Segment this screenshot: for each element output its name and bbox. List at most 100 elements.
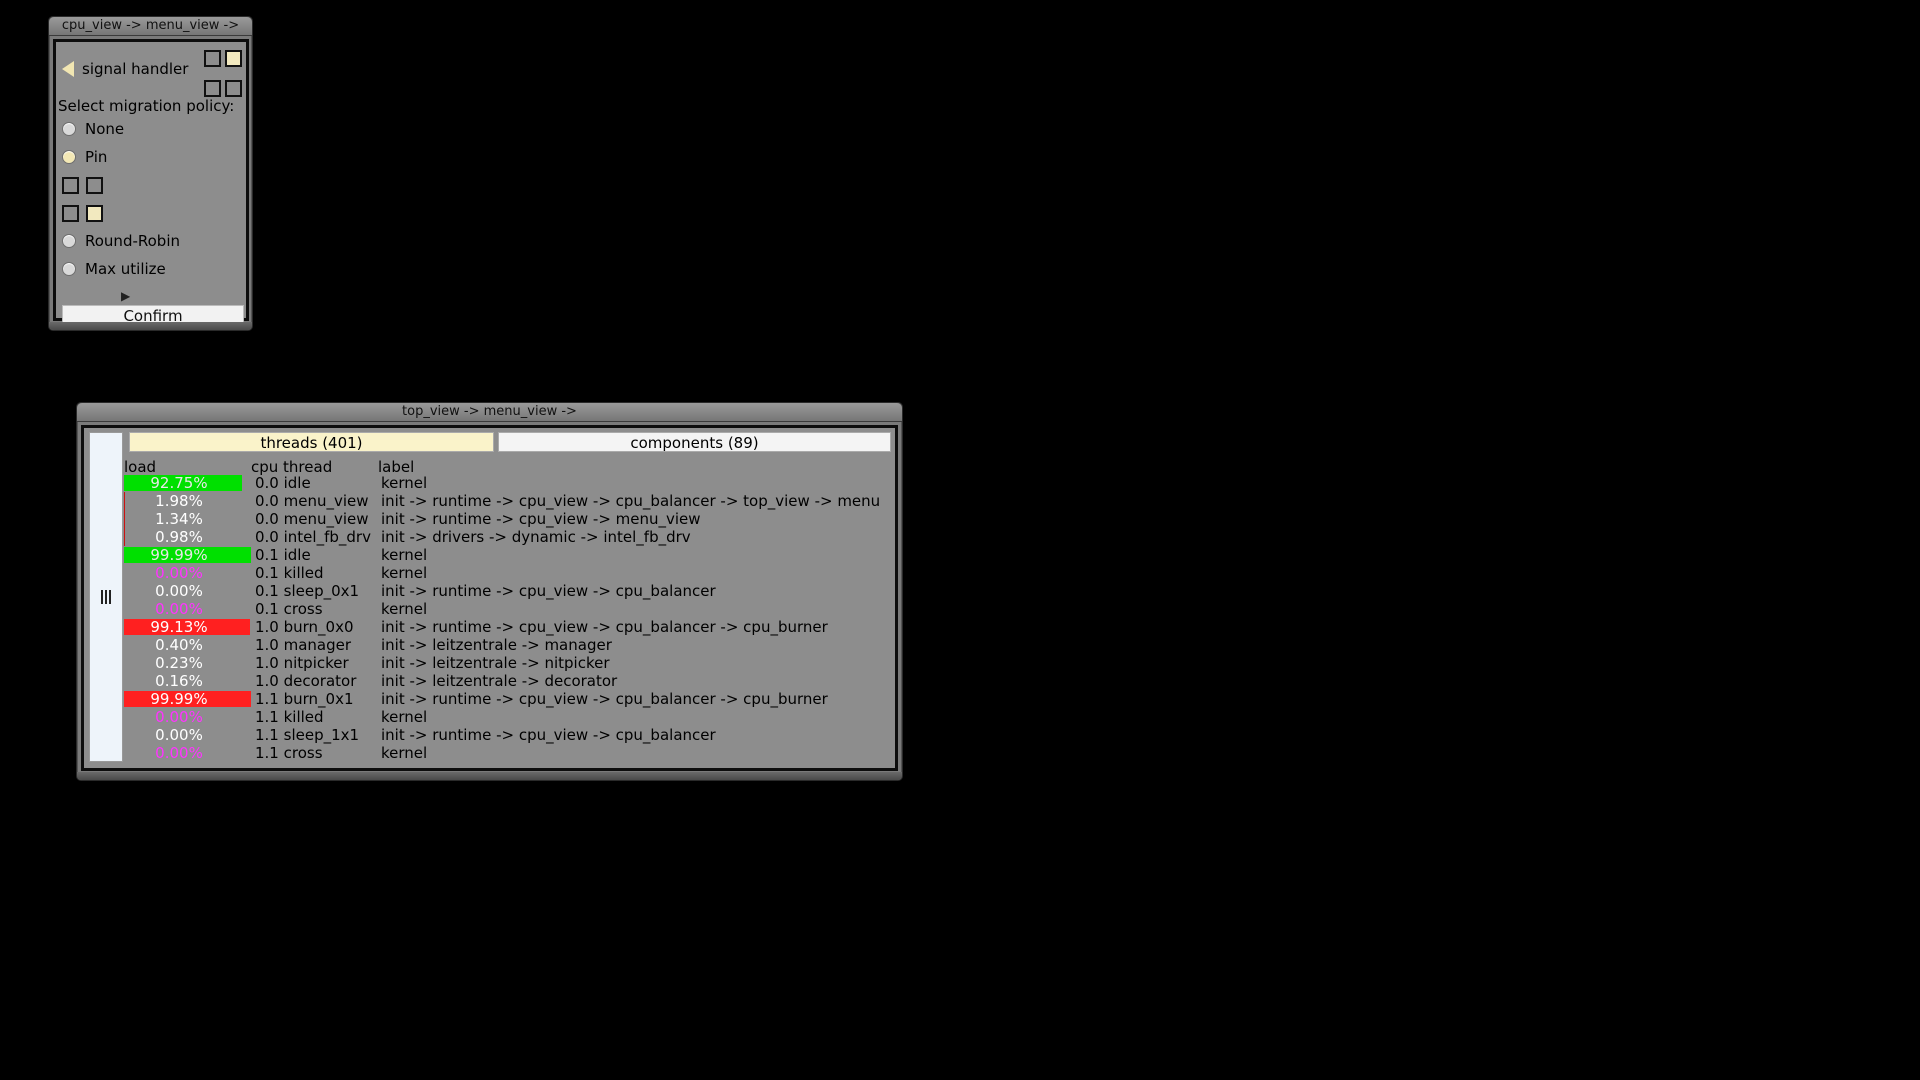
label-cell: init -> drivers -> dynamic -> intel_fb_d… — [381, 528, 691, 546]
label-cell: kernel — [381, 600, 428, 618]
table-row[interactable]: 99.99% 1.1 burn_0x1 init -> runtime -> cpu… — [124, 690, 880, 708]
option-pin[interactable]: Pin — [62, 144, 107, 170]
load-cell: 92.75% — [124, 474, 251, 492]
pin-cpu-box[interactable] — [86, 176, 103, 194]
table-row[interactable]: 0.00% 0.1 cross kernel — [124, 600, 880, 618]
load-value: 0.40% — [155, 636, 203, 654]
tab-threads[interactable]: threads (401) — [129, 432, 494, 452]
table-row[interactable]: 0.23% 1.0 nitpicker init -> leitzentrale -… — [124, 654, 880, 672]
table-row[interactable]: 92.75% 0.0 idle kernel — [124, 474, 880, 492]
label-cell: kernel — [381, 708, 428, 726]
load-value: 99.13% — [150, 618, 208, 636]
cpu-thread-cell: 0.1 idle — [255, 546, 311, 564]
cpu-thread-cell: 1.0 manager — [255, 636, 352, 654]
cpu-thread-cell: 1.1 killed — [255, 708, 324, 726]
option-pin-label: Pin — [85, 148, 108, 166]
cpu-thread-cell: 0.0 menu_view — [255, 510, 369, 528]
cpu-thread-cell: 1.1 burn_0x1 — [255, 690, 354, 708]
load-value: 0.16% — [155, 672, 203, 690]
cpu-thread-cell: 1.0 burn_0x0 — [255, 618, 354, 636]
cpu-thread-cell: 1.1 sleep_1x1 — [255, 726, 360, 744]
load-cell: 0.40% — [124, 636, 251, 654]
tab-components[interactable]: components (89) — [498, 432, 891, 452]
load-value: 0.00% — [155, 600, 203, 618]
load-value: 0.00% — [155, 564, 203, 582]
cpu-thread-cell: 0.0 menu_view — [255, 492, 369, 510]
signal-handler-triangle-icon[interactable] — [62, 61, 74, 77]
threads-table: 92.75% 0.0 idle kernel 1.98% 0.0 menu_viewin… — [124, 474, 880, 762]
table-row[interactable]: 0.98% 0.0 intel_fb_drv init -> drivers -> … — [124, 528, 880, 546]
load-cell: 1.98% — [124, 492, 251, 510]
table-row[interactable]: 1.98% 0.0 menu_view init -> runtime -> cpu… — [124, 492, 880, 510]
load-cell: 0.98% — [124, 528, 251, 546]
label-cell: init -> leitzentrale -> manager — [381, 636, 612, 654]
table-row[interactable]: 99.99% 0.1 idle kernel — [124, 546, 880, 564]
window-title[interactable]: top_view -> menu_view -> — [77, 403, 902, 422]
load-value: 0.00% — [155, 582, 203, 600]
mouse-pointer-icon: ▶ — [121, 289, 131, 303]
pin-boxes-row-2 — [62, 200, 110, 226]
cpu-thread-cell: 0.1 cross — [255, 600, 323, 618]
option-round-robin-label: Round-Robin — [85, 232, 180, 250]
load-value: 92.75% — [150, 474, 208, 492]
cpu-thread-cell: 1.1 cross — [255, 744, 323, 762]
option-round-robin[interactable]: Round-Robin — [62, 228, 180, 254]
cpu-thread-cell: 0.0 idle — [255, 474, 311, 492]
scroll-handle[interactable] — [89, 432, 123, 762]
cpu-thread-cell: 0.0 intel_fb_drv — [255, 528, 371, 546]
load-cell: 99.99% — [124, 546, 251, 564]
radio-max-utilize[interactable] — [62, 262, 76, 276]
table-row[interactable]: 0.00% 0.1 killed kernel — [124, 564, 880, 582]
table-row[interactable]: 0.00% 1.1 sleep_1x1 init -> runtime -> cpu… — [124, 726, 880, 744]
label-cell: kernel — [381, 546, 428, 564]
table-row[interactable]: 0.00% 0.1 sleep_0x1 init -> runtime -> cpu… — [124, 582, 880, 600]
cpu-thread-cell: 0.1 killed — [255, 564, 324, 582]
load-cell: 99.99% — [124, 690, 251, 708]
table-row[interactable]: 99.13% 1.0 burn_0x0 init -> runtime -> cpu… — [124, 618, 880, 636]
cpu-box[interactable] — [204, 50, 221, 67]
window-bottom-border — [77, 772, 902, 780]
radio-pin[interactable] — [62, 150, 76, 164]
load-cell: 99.13% — [124, 618, 251, 636]
option-none[interactable]: None — [62, 116, 124, 142]
label-cell: kernel — [381, 744, 428, 762]
radio-round-robin[interactable] — [62, 234, 76, 248]
load-value: 99.99% — [150, 690, 208, 708]
load-value: 0.00% — [155, 744, 203, 762]
cpu-view-window: cpu_view -> menu_view -> signal handler … — [48, 16, 253, 331]
pin-cpu-box[interactable] — [62, 176, 79, 194]
grip-icon — [101, 590, 111, 604]
option-max-utilize[interactable]: Max utilize — [62, 256, 166, 282]
label-cell: init -> runtime -> cpu_view -> cpu_balan… — [381, 582, 716, 600]
load-value: 1.98% — [155, 492, 203, 510]
label-cell: init -> leitzentrale -> nitpicker — [381, 654, 610, 672]
table-row[interactable]: 0.00% 1.1 killed kernel — [124, 708, 880, 726]
table-row[interactable]: 1.34% 0.0 menu_view init -> runtime -> cpu… — [124, 510, 880, 528]
table-row[interactable]: 0.00% 1.1 cross kernel — [124, 744, 880, 762]
pin-boxes-row-1 — [62, 172, 110, 198]
load-cell: 0.00% — [124, 564, 251, 582]
label-cell: init -> runtime -> cpu_view -> cpu_balan… — [381, 690, 828, 708]
load-cell: 0.23% — [124, 654, 251, 672]
load-cell: 0.00% — [124, 726, 251, 744]
table-row[interactable]: 0.40% 1.0 manager init -> leitzentrale -> … — [124, 636, 880, 654]
cpu-thread-cell: 1.0 decorator — [255, 672, 357, 690]
load-cell: 1.34% — [124, 510, 251, 528]
pin-cpu-box[interactable] — [62, 204, 79, 222]
top-view-window: top_view -> menu_view -> threads (401) c… — [76, 402, 903, 781]
table-row[interactable]: 0.16% 1.0 decorator init -> leitzentrale -… — [124, 672, 880, 690]
cpu-box[interactable] — [225, 50, 242, 67]
window-bottom-border — [49, 322, 252, 330]
radio-none[interactable] — [62, 122, 76, 136]
load-cell: 0.00% — [124, 600, 251, 618]
load-cell: 0.16% — [124, 672, 251, 690]
cpu-thread-cell: 1.0 nitpicker — [255, 654, 349, 672]
load-value: 99.99% — [150, 546, 208, 564]
window-title[interactable]: cpu_view -> menu_view -> — [49, 17, 252, 36]
option-max-utilize-label: Max utilize — [85, 260, 166, 278]
pin-cpu-box[interactable] — [86, 204, 103, 222]
label-cell: kernel — [381, 474, 428, 492]
threads-panel: threads (401) components (89) load cpu t… — [81, 425, 898, 771]
signal-handler-row[interactable]: signal handler — [62, 56, 188, 82]
load-cell: 0.00% — [124, 582, 251, 600]
